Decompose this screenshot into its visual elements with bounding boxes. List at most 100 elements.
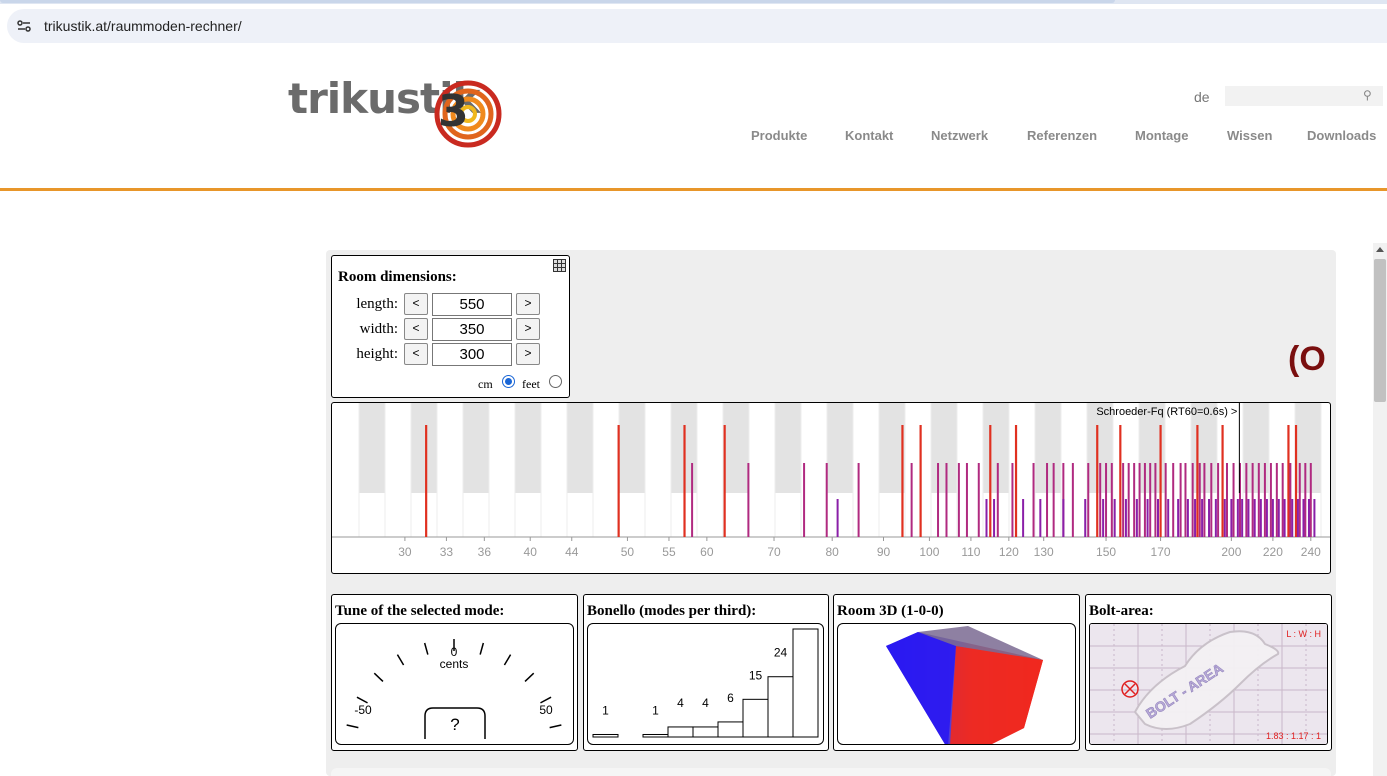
length-input[interactable]: 550 xyxy=(432,293,512,316)
tune-tick xyxy=(373,672,384,683)
bolt-title: Bolt-area: xyxy=(1089,603,1154,619)
bonello-bar xyxy=(742,698,769,738)
spectrum-tick-label: 40 xyxy=(524,545,538,559)
room3d-title: Room 3D (1-0-0) xyxy=(837,603,944,619)
tune-tick xyxy=(503,654,512,666)
spectrum-tick-label: 220 xyxy=(1263,545,1283,559)
bonello-bar-label: 4 xyxy=(677,696,684,710)
spectrum-tick-label: 36 xyxy=(478,545,492,559)
spectrum-tick-label: 33 xyxy=(440,545,454,559)
bolt-graph: BOLT - AREA L : W : H 1.83 : 1.17 : 1 xyxy=(1089,623,1328,745)
width-increase-button[interactable]: > xyxy=(516,318,540,340)
bolt-area-plot: BOLT - AREA L : W : H 1.83 : 1.17 : 1 xyxy=(1090,624,1327,744)
spectrum-tick-label: 150 xyxy=(1096,545,1116,559)
room3d-shape xyxy=(886,626,1043,744)
nav-wissen[interactable]: Wissen xyxy=(1227,128,1272,143)
bonello-chart: 11446152443 xyxy=(592,598,819,738)
unit-cm-radio[interactable] xyxy=(502,375,515,388)
tune-min-label: -50 xyxy=(354,703,372,717)
spectrum-tick-label: 60 xyxy=(700,545,714,559)
spectrum-tick-label: 200 xyxy=(1221,545,1241,559)
height-decrease-button[interactable]: < xyxy=(404,343,428,365)
tune-value: ? xyxy=(450,715,459,734)
site-logo[interactable]: trikustik 3 xyxy=(288,74,503,150)
bonello-bar-label: 6 xyxy=(727,691,734,705)
tune-unit-label: cents xyxy=(440,657,469,671)
spectrum-tick-label: 55 xyxy=(662,545,676,559)
spectrum-tick-label: 80 xyxy=(826,545,840,559)
scroll-up-icon[interactable] xyxy=(1376,247,1384,252)
bonello-bar xyxy=(692,726,719,738)
search-icon[interactable]: ⚲ xyxy=(1363,88,1372,102)
height-input[interactable]: 300 xyxy=(432,343,512,366)
spectrum-tick-label: 130 xyxy=(1034,545,1054,559)
bonello-bar-label: 1 xyxy=(602,703,609,717)
unit-feet-label: feet xyxy=(522,377,540,391)
bonello-bar-label: 4 xyxy=(702,696,709,710)
length-increase-button[interactable]: > xyxy=(516,293,540,315)
spectrum-tick-label: 70 xyxy=(767,545,781,559)
spectrum-tick-label: 120 xyxy=(999,545,1019,559)
svg-text:3: 3 xyxy=(438,86,469,137)
logo-rings-icon: 3 xyxy=(434,80,502,148)
height-increase-button[interactable]: > xyxy=(516,343,540,365)
nav-kontakt[interactable]: Kontakt xyxy=(845,128,893,143)
bonello-bar-label: 15 xyxy=(749,668,763,682)
schroeder-label: Schroeder-Fq (RT60=0.6s) > xyxy=(1096,406,1237,418)
bonello-bar xyxy=(642,733,669,738)
tune-tick xyxy=(524,672,535,683)
tab-strip xyxy=(0,0,1387,4)
nav-montage[interactable]: Montage xyxy=(1135,128,1188,143)
length-label: length: xyxy=(356,296,398,312)
scrollbar-thumb[interactable] xyxy=(1374,259,1386,402)
tune-tick xyxy=(479,642,485,655)
unit-feet-radio[interactable] xyxy=(549,375,562,388)
spectrum-tick-label: 100 xyxy=(919,545,939,559)
language-switch[interactable]: de xyxy=(1194,89,1210,105)
tune-title: Tune of the selected mode: xyxy=(335,603,505,619)
url-text[interactable]: trikustik.at/raummoden-rechner/ xyxy=(44,18,242,34)
bonello-bar xyxy=(767,676,794,738)
spectrum-tick-label: 50 xyxy=(621,545,635,559)
mode-spectrum-chart[interactable]: 30 33 36 40 44 50 55 60 70 80 90 100 110 120 130 150 170… xyxy=(332,403,1330,573)
nav-referenzen[interactable]: Referenzen xyxy=(1027,128,1097,143)
bonello-bar xyxy=(667,726,694,738)
bonello-bar xyxy=(717,721,744,738)
nav-netzwerk[interactable]: Netzwerk xyxy=(931,128,988,143)
tune-tick xyxy=(396,654,405,666)
width-label: width: xyxy=(359,321,398,337)
bonello-title: Bonello (modes per third): xyxy=(587,603,757,619)
unit-cm-label: cm xyxy=(478,377,493,391)
mode-spectrum[interactable]: 30 33 36 40 44 50 55 60 70 80 90 100 110 120 130 150 170… xyxy=(331,402,1331,574)
width-input[interactable]: 350 xyxy=(432,318,512,341)
spectrum-tick-label: 240 xyxy=(1301,545,1321,559)
bonello-graph: 11446152443 xyxy=(587,598,824,745)
site-info-icon[interactable] xyxy=(16,18,32,34)
width-decrease-button[interactable]: < xyxy=(404,318,428,340)
spectrum-tick-label: 30 xyxy=(398,545,412,559)
next-panel xyxy=(331,768,1331,776)
table-icon[interactable] xyxy=(553,259,566,272)
nav-downloads[interactable]: Downloads xyxy=(1307,128,1376,143)
spectrum-tick-label: 90 xyxy=(877,545,891,559)
tune-tick xyxy=(423,642,429,655)
tune-tick xyxy=(346,724,359,729)
search-input[interactable] xyxy=(1225,86,1383,106)
tune-gauge: 0 cents -50 50 ? xyxy=(335,623,574,745)
browser-chrome: trikustik.at/raummoden-rechner/ xyxy=(0,0,1387,50)
tune-max-label: 50 xyxy=(539,703,553,717)
nav-produkte[interactable]: Produkte xyxy=(751,128,807,143)
length-decrease-button[interactable]: < xyxy=(404,293,428,315)
bonello-bar xyxy=(592,733,619,738)
tune-gauge-dial: 0 cents -50 50 ? xyxy=(346,639,562,739)
room3d-view[interactable] xyxy=(837,623,1076,745)
spectrum-tick-label: 170 xyxy=(1151,545,1171,559)
room-dimensions-title: Room dimensions: xyxy=(338,269,457,285)
header-divider xyxy=(0,188,1387,191)
bonello-bar xyxy=(792,628,819,738)
bolt-ratio-value: 1.83 : 1.17 : 1 xyxy=(1266,731,1321,741)
tune-tick xyxy=(549,724,562,729)
spectrum-tick-label: 110 xyxy=(961,545,980,559)
spectrum-tick-label: 44 xyxy=(565,545,579,559)
page-scrollbar[interactable] xyxy=(1373,243,1387,776)
